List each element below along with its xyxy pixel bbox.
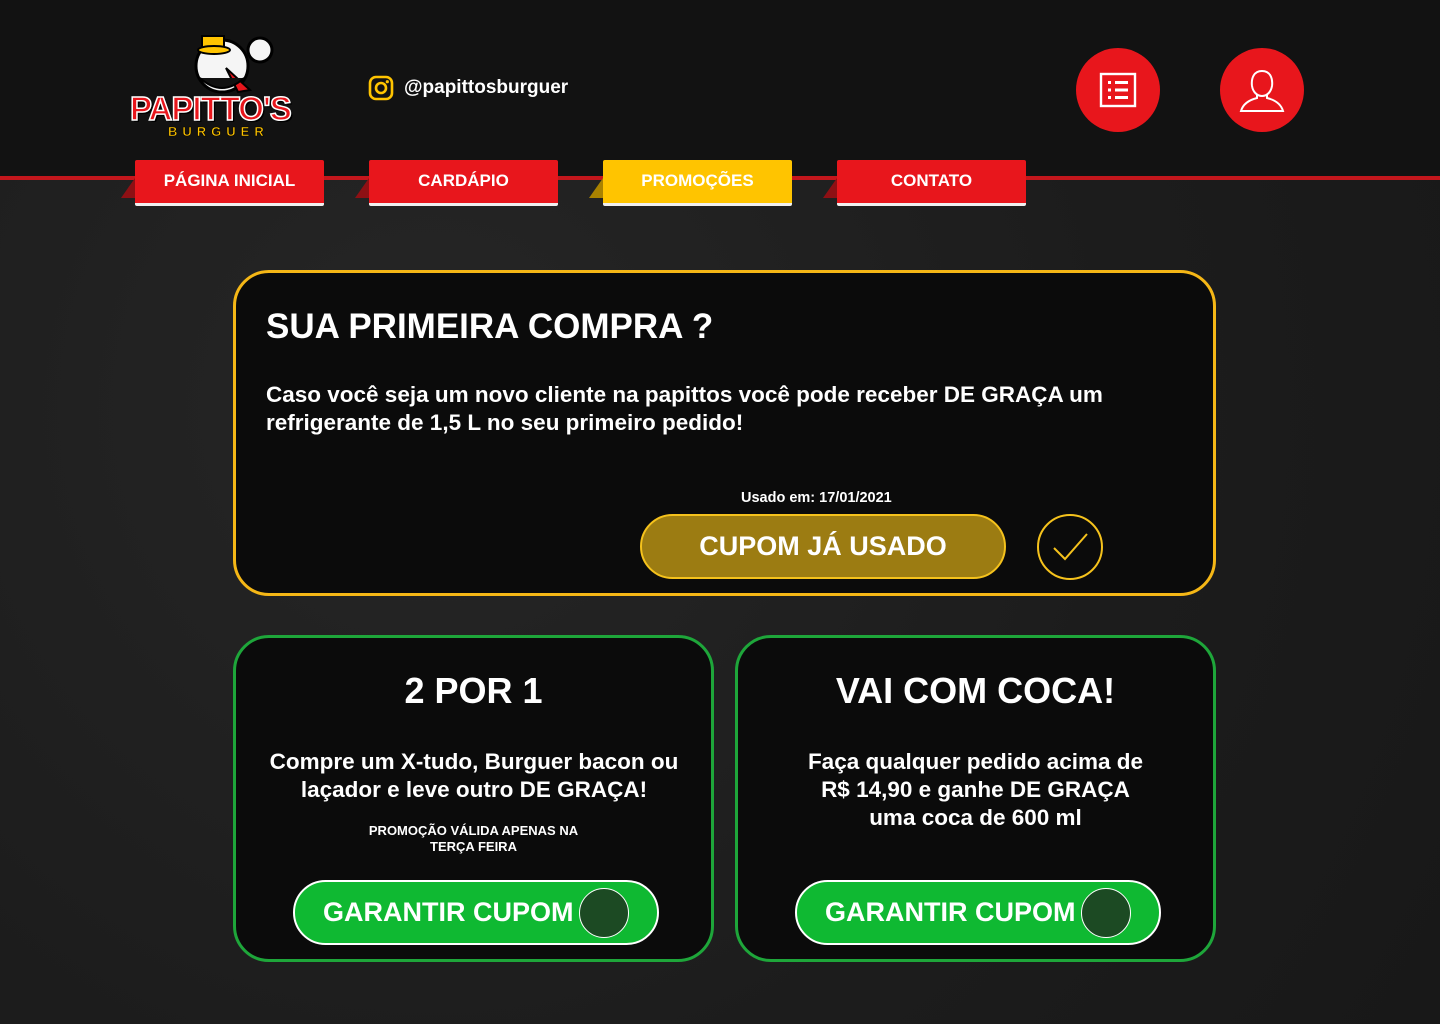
promo-note: PROMOÇÃO VÁLIDA APENAS NA TERÇA FEIRA — [236, 823, 711, 855]
promo-description-line: uma coca de 600 ml — [869, 805, 1082, 830]
mascot-icon — [194, 35, 274, 94]
brand-logo[interactable]: PAPITTO'S BURGUER — [129, 28, 316, 144]
menu-list-button[interactable] — [1076, 48, 1160, 132]
promo-description: Compre um X-tudo, Burguer bacon ou laçad… — [269, 749, 679, 802]
tab-contato[interactable]: CONTATO — [823, 160, 1026, 206]
list-icon — [1099, 72, 1137, 108]
tab-cardapio[interactable]: CARDÁPIO — [355, 160, 558, 206]
user-icon — [1239, 69, 1285, 112]
promo-title: 2 POR 1 — [404, 670, 543, 711]
check-icon — [1053, 533, 1088, 561]
promo-note-line: PROMOÇÃO VÁLIDA APENAS NA — [368, 823, 579, 838]
instagram-icon — [368, 75, 394, 101]
get-coupon-label: GARANTIR CUPOM — [323, 897, 574, 927]
instagram-link[interactable]: @papittosburguer — [368, 75, 568, 101]
get-coupon-button[interactable]: GARANTIR CUPOM — [293, 880, 659, 945]
promo-description-line: R$ 14,90 e ganhe DE GRAÇA — [821, 777, 1130, 802]
promo-title: SUA PRIMEIRA COMPRA ? — [266, 307, 714, 346]
brand-name: PAPITTO'S — [129, 89, 292, 128]
tab-pagina-inicial[interactable]: PÁGINA INICIAL — [121, 160, 324, 206]
promo-card-vai-com-coca: VAI COM COCA! Faça qualquer pedido acima… — [735, 635, 1216, 962]
promo-title: VAI COM COCA! — [835, 670, 1116, 711]
promo-description: Caso você seja um novo cliente na papitt… — [266, 382, 1103, 435]
coupon-used-indicator — [1037, 514, 1103, 580]
promo-note-line: TERÇA FEIRA — [430, 839, 517, 854]
used-date-label: Usado em: 17/01/2021 — [741, 490, 892, 506]
promo-card-first-purchase: SUA PRIMEIRA COMPRA ? Caso você seja um … — [233, 270, 1216, 596]
toggle-knob — [579, 888, 629, 938]
instagram-handle: @papittosburguer — [404, 77, 569, 98]
promo-description: Faça qualquer pedido acima de R$ 14,90 e… — [738, 748, 1213, 832]
promo-description-line: Faça qualquer pedido acima de — [807, 749, 1144, 774]
user-account-button[interactable] — [1220, 48, 1304, 132]
brand-sub: BURGUER — [168, 124, 269, 140]
get-coupon-label: GARANTIR CUPOM — [825, 897, 1076, 927]
tab-promocoes[interactable]: PROMOÇÕES — [589, 160, 792, 206]
promo-card-2-por-1: 2 POR 1 Compre um X-tudo, Burguer bacon … — [233, 635, 714, 962]
toggle-knob — [1081, 888, 1131, 938]
get-coupon-button[interactable]: GARANTIR CUPOM — [795, 880, 1161, 945]
coupon-used-button: CUPOM JÁ USADO — [640, 514, 1006, 579]
